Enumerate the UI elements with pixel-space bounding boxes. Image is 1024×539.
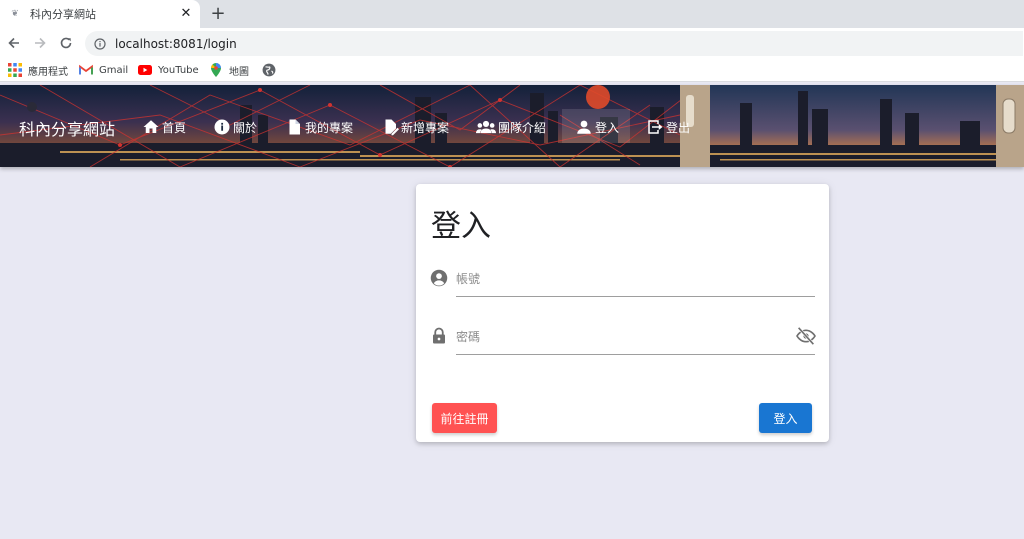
logout-icon [648, 120, 663, 134]
info-icon [214, 119, 230, 135]
login-button[interactable]: 登入 [759, 403, 812, 433]
tab-title: 科內分享網站 [30, 8, 96, 21]
person-icon [577, 120, 591, 134]
back-button[interactable] [4, 33, 24, 53]
gmail-icon [79, 64, 93, 75]
home-icon [143, 120, 159, 133]
nav-team[interactable]: 團隊介紹 [476, 116, 546, 138]
password-field [428, 324, 816, 360]
bookmark-label: Gmail [99, 64, 129, 76]
nav-team-label: 團隊介紹 [498, 120, 547, 135]
nav-logout[interactable]: 登出 [646, 116, 690, 138]
youtube-icon [138, 65, 152, 75]
maps-pin-icon [211, 63, 221, 77]
toggle-password-visibility-button[interactable] [796, 326, 816, 346]
eye-off-icon [796, 327, 816, 345]
nav-my-projects[interactable]: 我的專案 [285, 116, 353, 138]
login-title: 登入 [431, 209, 491, 244]
password-input[interactable] [456, 324, 786, 350]
bookmark-globe[interactable] [262, 61, 282, 79]
password-underline [456, 354, 815, 355]
reload-icon [60, 37, 72, 49]
browser-tab[interactable]: ❦ 科內分享網站 ✕ [0, 0, 200, 28]
address-bar[interactable]: localhost:8081/login [85, 31, 1023, 56]
bookmark-label: YouTube [158, 64, 199, 76]
group-icon [476, 120, 496, 134]
site-brand[interactable]: 科內分享網站 [19, 116, 115, 140]
globe-icon [262, 63, 276, 77]
username-input[interactable] [456, 266, 815, 292]
apps-grid-icon [8, 63, 22, 77]
nav-home-label: 首頁 [162, 120, 187, 135]
url-text[interactable]: localhost:8081/login [115, 37, 237, 51]
bookmark-label: 應用程式 [28, 66, 68, 78]
tab-close-icon[interactable]: ✕ [178, 6, 194, 22]
document-icon [289, 119, 300, 135]
site-info-icon[interactable] [94, 37, 106, 50]
nav-new-project[interactable]: 新增專案 [381, 116, 449, 138]
site-header: 科內分享網站 首頁 關於 我的專案 新增專案 團隊介紹 登入 登出 [0, 85, 1024, 167]
nav-home[interactable]: 首頁 [142, 116, 186, 138]
tab-favicon-icon: ❦ [11, 9, 19, 19]
login-card: 登入 前往註冊 登入 [416, 184, 829, 442]
bookmarks-bar: 應用程式 Gmail YouTube 地圖 [0, 58, 1024, 82]
browser-tabstrip: ❦ 科內分享網站 ✕ + [0, 0, 1024, 28]
arrow-right-icon [35, 37, 46, 49]
arrow-left-icon [8, 37, 19, 49]
bookmark-maps[interactable]: 地圖 [209, 61, 249, 79]
nav-logout-label: 登出 [666, 120, 691, 135]
forward-button[interactable] [30, 33, 50, 53]
nav-about-label: 關於 [233, 120, 258, 135]
bookmark-label: 地圖 [229, 66, 249, 78]
lock-icon [433, 327, 445, 344]
new-tab-button[interactable]: + [208, 4, 228, 24]
username-underline [456, 296, 815, 297]
account-circle-icon [430, 269, 448, 287]
bookmark-gmail[interactable]: Gmail [79, 61, 128, 79]
nav-login-label: 登入 [595, 120, 620, 135]
bookmark-apps[interactable]: 應用程式 [8, 61, 68, 79]
username-field [428, 266, 816, 302]
nav-login[interactable]: 登入 [575, 116, 619, 138]
bookmark-youtube[interactable]: YouTube [138, 61, 199, 79]
go-register-button[interactable]: 前往註冊 [432, 403, 497, 433]
browser-toolbar: localhost:8081/login [0, 28, 1024, 58]
nav-new-project-label: 新增專案 [401, 120, 450, 135]
nav-my-projects-label: 我的專案 [305, 120, 354, 135]
edit-document-icon [385, 119, 399, 136]
nav-about[interactable]: 關於 [213, 116, 257, 138]
reload-button[interactable] [56, 33, 76, 53]
